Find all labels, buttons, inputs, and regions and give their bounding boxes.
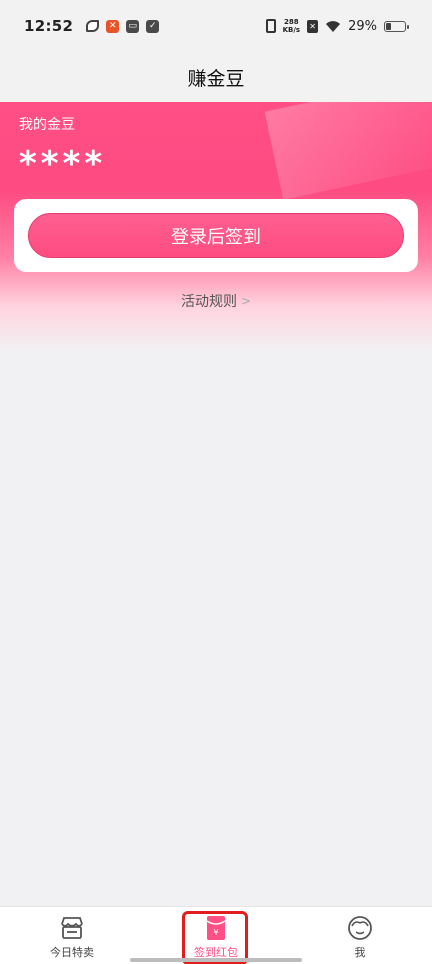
activity-rules-label: 活动规则	[180, 294, 237, 310]
activity-rules-link[interactable]: 活动规则 >	[0, 291, 432, 311]
battery-icon	[384, 20, 409, 32]
network-speed: 288 KB/s	[282, 18, 301, 34]
battery-percent: 29%	[348, 18, 377, 34]
tab-signin-redpacket[interactable]: ¥ 签到红包	[156, 907, 276, 964]
status-bar: 12:52 ✕ ▭ ✓ 288 KB/s ✕ 29%	[0, 0, 432, 52]
page-title: 赚金豆	[187, 67, 245, 90]
notification-app-icon: ✕	[106, 19, 120, 33]
tab-label: 我	[354, 946, 366, 959]
no-sim-icon: ✕	[307, 19, 319, 33]
vibrate-icon	[265, 19, 276, 33]
red-envelope-icon: ¥	[206, 916, 226, 940]
tab-today-sale[interactable]: 今日特卖	[12, 907, 132, 964]
login-signin-button[interactable]: 登录后签到	[28, 213, 404, 258]
notification-app-icon: ▭	[126, 19, 140, 33]
face-icon	[348, 916, 372, 940]
store-icon	[61, 917, 83, 939]
svg-text:¥: ¥	[213, 928, 218, 937]
wifi-icon	[326, 20, 341, 32]
page-header: 赚金豆	[0, 52, 432, 102]
tab-me[interactable]: 我	[300, 907, 420, 964]
bean-label: 我的金豆	[19, 117, 75, 133]
home-indicator[interactable]	[130, 958, 302, 962]
notification-app-icon	[86, 20, 100, 32]
chevron-right-icon: >	[240, 294, 252, 308]
banner-shine	[264, 102, 432, 200]
bottom-tab-bar: 今日特卖 ¥ 签到红包 我	[0, 906, 432, 964]
status-time: 12:52	[24, 17, 74, 35]
tab-label: 今日特卖	[50, 946, 94, 959]
notification-app-icon: ✓	[146, 19, 160, 33]
bean-value: ****	[19, 144, 107, 184]
